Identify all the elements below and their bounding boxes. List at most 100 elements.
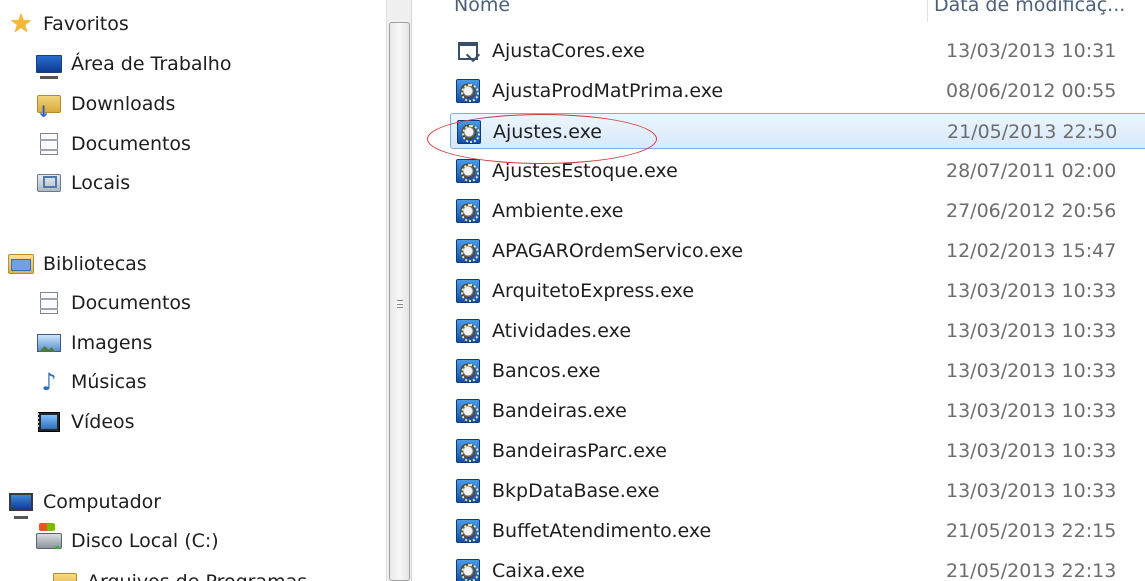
nav-documents[interactable]: Documentos — [36, 129, 191, 159]
nav-computer[interactable]: Computador — [8, 487, 161, 517]
file-row[interactable]: Ajustes.exe 21/05/2013 22:50 — [450, 113, 1145, 149]
downloads-folder-icon — [36, 93, 62, 115]
file-date-modified: 12/02/2013 15:47 — [946, 240, 1117, 262]
file-date-modified: 13/03/2013 10:33 — [946, 280, 1117, 302]
exe-icon — [457, 120, 481, 144]
music-note-icon: ♪ — [41, 368, 57, 396]
nav-libraries[interactable]: Bibliotecas — [8, 249, 147, 279]
exe-icon — [456, 239, 480, 263]
file-row[interactable]: APAGAROrdemServico.exe 12/02/2013 15:47 — [450, 233, 1145, 269]
exe-icon — [456, 319, 480, 343]
scrollbar-grip-icon — [397, 300, 403, 308]
file-row[interactable]: Ambiente.exe 27/06/2012 20:56 — [450, 193, 1145, 229]
nav-lib-videos[interactable]: Vídeos — [36, 407, 135, 437]
exe-icon — [456, 79, 480, 103]
file-name: AjustesEstoque.exe — [492, 160, 678, 182]
file-date-modified: 13/03/2013 10:31 — [946, 40, 1117, 62]
star-icon: ★ — [9, 9, 33, 39]
nav-lib-music-label: Músicas — [71, 371, 147, 393]
file-row[interactable]: Bandeiras.exe 13/03/2013 10:33 — [450, 393, 1145, 429]
file-name: BuffetAtendimento.exe — [492, 520, 712, 542]
exe-icon — [456, 359, 480, 383]
scrollbar-thumb[interactable] — [389, 22, 410, 581]
file-date-modified: 21/05/2013 22:50 — [947, 121, 1118, 143]
computer-icon — [8, 491, 34, 513]
file-date-modified: 13/03/2013 10:33 — [946, 480, 1117, 502]
file-date-modified: 13/03/2013 10:33 — [946, 320, 1117, 342]
nav-documents-label: Documentos — [71, 133, 191, 155]
column-header-name[interactable]: Nome — [454, 0, 510, 24]
images-icon — [36, 332, 62, 354]
nav-lib-images[interactable]: Imagens — [36, 328, 152, 358]
nav-local-disk-label: Disco Local (C:) — [71, 530, 219, 552]
desktop-icon — [36, 53, 62, 75]
file-date-modified: 27/06/2012 20:56 — [946, 200, 1117, 222]
file-date-modified: 13/03/2013 10:33 — [946, 400, 1117, 422]
recent-places-icon — [36, 172, 62, 194]
file-date-modified: 13/03/2013 10:33 — [946, 360, 1117, 382]
column-separator[interactable] — [927, 0, 928, 22]
nav-program-files[interactable]: Arquivos de Programas — [52, 567, 307, 581]
file-row[interactable]: BuffetAtendimento.exe 21/05/2013 22:15 — [450, 513, 1145, 549]
app-window-icon — [456, 39, 480, 63]
nav-lib-music[interactable]: ♪ Músicas — [36, 367, 147, 397]
exe-icon — [456, 519, 480, 543]
nav-libraries-label: Bibliotecas — [43, 253, 147, 275]
file-date-modified: 13/03/2013 10:33 — [946, 440, 1117, 462]
nav-locais[interactable]: Locais — [36, 168, 130, 198]
nav-downloads-label: Downloads — [71, 93, 176, 115]
file-date-modified: 08/06/2012 00:55 — [946, 80, 1117, 102]
document-icon — [36, 292, 62, 314]
file-name: Bandeiras.exe — [492, 400, 627, 422]
file-name: BkpDataBase.exe — [492, 480, 660, 502]
nav-local-disk[interactable]: Disco Local (C:) — [36, 526, 219, 556]
file-row[interactable]: ArquitetoExpress.exe 13/03/2013 10:33 — [450, 273, 1145, 309]
local-disk-icon — [36, 530, 62, 552]
folder-icon — [52, 571, 78, 581]
file-name: Caixa.exe — [492, 560, 585, 581]
nav-lib-documents[interactable]: Documentos — [36, 288, 191, 318]
file-name: BandeirasParc.exe — [492, 440, 667, 462]
nav-program-files-label: Arquivos de Programas — [87, 567, 307, 581]
nav-lib-documents-label: Documentos — [71, 292, 191, 314]
file-row[interactable]: Caixa.exe 21/05/2013 22:13 — [450, 553, 1145, 581]
file-name: ArquitetoExpress.exe — [492, 280, 695, 302]
file-row[interactable]: BkpDataBase.exe 13/03/2013 10:33 — [450, 473, 1145, 509]
file-date-modified: 28/07/2011 02:00 — [946, 160, 1117, 182]
file-row[interactable]: BandeirasParc.exe 13/03/2013 10:33 — [450, 433, 1145, 469]
nav-lib-images-label: Imagens — [71, 332, 153, 354]
libraries-icon — [8, 253, 34, 275]
file-name: Atividades.exe — [492, 320, 632, 342]
exe-icon — [456, 279, 480, 303]
file-name: Ambiente.exe — [492, 200, 624, 222]
exe-icon — [456, 159, 480, 183]
file-list-pane: Nome Data de modificaç... AjustaCores.ex… — [412, 0, 1145, 581]
exe-icon — [456, 479, 480, 503]
nav-favorites-label: Favoritos — [43, 13, 129, 35]
exe-icon — [456, 199, 480, 223]
nav-desktop-label: Área de Trabalho — [71, 53, 232, 75]
navigation-pane: ★ Favoritos Área de Trabalho Downloads D… — [0, 0, 386, 581]
file-row[interactable]: Bancos.exe 13/03/2013 10:33 — [450, 353, 1145, 389]
exe-icon — [456, 399, 480, 423]
nav-downloads[interactable]: Downloads — [36, 89, 175, 119]
file-row[interactable]: AjustaProdMatPrima.exe 08/06/2012 00:55 — [450, 73, 1145, 109]
nav-lib-videos-label: Vídeos — [71, 411, 135, 433]
file-name: APAGAROrdemServico.exe — [492, 240, 744, 262]
nav-locais-label: Locais — [71, 172, 131, 194]
navigation-scrollbar[interactable] — [386, 0, 412, 581]
exe-icon — [456, 439, 480, 463]
file-name: AjustaProdMatPrima.exe — [492, 80, 724, 102]
nav-desktop[interactable]: Área de Trabalho — [36, 49, 231, 79]
file-row[interactable]: Atividades.exe 13/03/2013 10:33 — [450, 313, 1145, 349]
file-name: Bancos.exe — [492, 360, 601, 382]
nav-computer-label: Computador — [43, 491, 162, 513]
exe-icon — [456, 559, 480, 581]
file-row[interactable]: AjustesEstoque.exe 28/07/2011 02:00 — [450, 153, 1145, 189]
file-name: Ajustes.exe — [493, 121, 602, 143]
nav-favorites[interactable]: ★ Favoritos — [8, 9, 129, 39]
column-header-date[interactable]: Data de modificaç... — [934, 0, 1145, 24]
file-row[interactable]: AjustaCores.exe 13/03/2013 10:31 — [450, 33, 1145, 69]
file-date-modified: 21/05/2013 22:15 — [946, 520, 1117, 542]
file-date-modified: 21/05/2013 22:13 — [946, 560, 1117, 581]
